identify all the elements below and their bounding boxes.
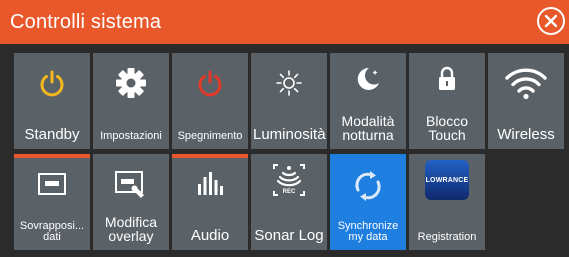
tile-label: Sonar Log	[254, 227, 324, 245]
tile-sovrapposizione-dati[interactable]: Sovrapposi... dati	[14, 154, 90, 250]
tile-label: Luminosità	[253, 126, 326, 144]
lock-icon	[439, 66, 455, 90]
empty-slot	[488, 154, 564, 250]
tile-label: Impostazioni	[100, 130, 162, 143]
panel-title: Controlli sistema	[10, 10, 162, 33]
tile-label: Audio	[190, 227, 230, 245]
audio-bars-icon	[198, 172, 223, 195]
moon-icon	[357, 67, 379, 90]
tile-impostazioni[interactable]: Impostazioni	[93, 53, 169, 149]
edit-overlay-icon	[115, 171, 144, 198]
tile-label: Spegnimento	[177, 130, 243, 143]
brightness-icon	[276, 70, 302, 96]
tile-standby[interactable]: Standby	[14, 53, 90, 149]
tile-label: Synchronize my data	[337, 219, 399, 244]
tile-modifica-overlay[interactable]: Modifica overlay	[93, 154, 169, 250]
tile-label: Wireless	[497, 126, 555, 144]
tile-audio[interactable]: Audio	[172, 154, 248, 250]
system-controls-panel: Controlli sistema Standby Impostazioni S…	[0, 0, 569, 257]
tile-spegnimento[interactable]: Spegnimento	[172, 53, 248, 149]
tile-label: Blocco Touch	[425, 112, 469, 144]
tile-label: Modifica overlay	[104, 213, 158, 245]
power-icon	[198, 70, 222, 97]
tile-label: Modalità notturna	[341, 112, 395, 144]
gear-icon	[116, 68, 146, 98]
tile-blocco-touch[interactable]: Blocco Touch	[409, 53, 485, 149]
data-overlay-icon	[38, 173, 66, 195]
sync-icon	[355, 171, 381, 201]
svg-text:REC: REC	[283, 189, 296, 195]
tile-wireless[interactable]: Wireless	[488, 53, 564, 149]
tile-label: Sovrapposi... dati	[19, 219, 85, 244]
tile-modalita-notturna[interactable]: Modalità notturna	[330, 53, 406, 149]
controls-grid: Standby Impostazioni Spegnimento Luminos…	[14, 53, 564, 250]
tile-label: Registration	[417, 231, 477, 244]
tile-registration[interactable]: LOWRANCE Registration	[409, 154, 485, 250]
sonar-rec-icon: REC	[273, 164, 305, 196]
close-icon	[544, 14, 558, 28]
title-bar: Controlli sistema	[0, 0, 569, 44]
lowrance-logo-text: LOWRANCE	[425, 176, 469, 184]
tile-luminosita[interactable]: Luminosità	[251, 53, 327, 149]
lowrance-logo-icon: LOWRANCE	[425, 160, 469, 200]
wifi-icon	[505, 68, 547, 100]
tile-synchronize-my-data[interactable]: Synchronize my data	[330, 154, 406, 250]
tile-label: Standby	[24, 126, 80, 144]
power-icon	[40, 70, 64, 97]
tile-sonar-log[interactable]: REC Sonar Log	[251, 154, 327, 250]
close-button[interactable]	[537, 7, 565, 35]
